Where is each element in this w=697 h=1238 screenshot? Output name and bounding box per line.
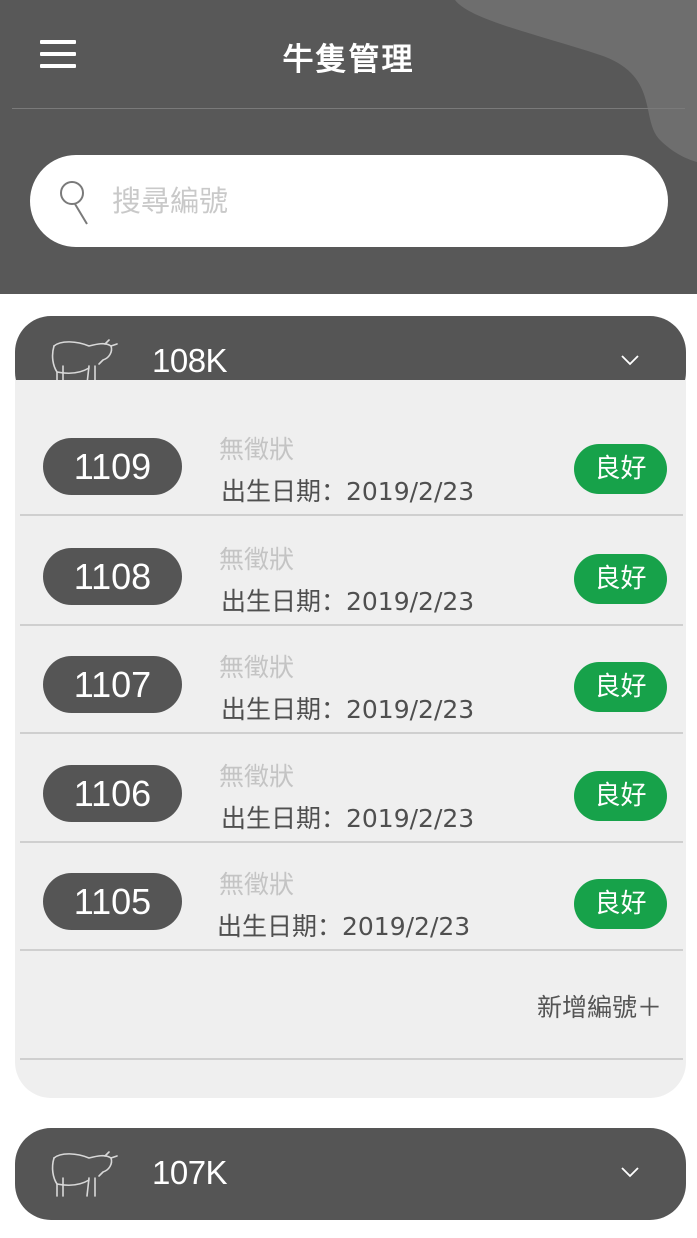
header-divider xyxy=(12,108,685,109)
birth-date-text: 出生日期：2019/2/23 xyxy=(221,587,475,616)
row-divider xyxy=(20,732,683,734)
symptom-text: 無徵狀 xyxy=(219,653,295,682)
status-badge[interactable]: 良好 xyxy=(574,879,667,929)
search-input[interactable] xyxy=(112,175,632,227)
symptom-text: 無徵狀 xyxy=(219,762,295,791)
list-item[interactable]: 1105 無徵狀 出生日期：2019/2/23 良好 xyxy=(15,843,686,951)
list-item[interactable]: 1107 無徵狀 出生日期：2019/2/23 良好 xyxy=(15,626,686,734)
birth-date-text: 出生日期：2019/2/23 xyxy=(221,804,475,833)
group-header-107k[interactable]: 107K xyxy=(15,1128,686,1220)
status-badge[interactable]: 良好 xyxy=(574,444,667,494)
chevron-down-icon[interactable] xyxy=(620,1166,640,1178)
add-id-button[interactable]: 新增編號＋ xyxy=(537,988,662,1024)
cow-id-badge[interactable]: 1109 xyxy=(43,438,182,495)
group-107k: 107K xyxy=(15,1128,686,1220)
cow-id-badge[interactable]: 1107 xyxy=(43,656,182,713)
birth-date-text: 出生日期：2019/2/23 xyxy=(221,477,475,506)
search-bar[interactable] xyxy=(30,155,668,247)
add-id-row: 新增編號＋ xyxy=(15,950,686,1060)
page-title: 牛隻管理 xyxy=(282,42,415,78)
search-icon xyxy=(60,181,88,225)
cow-id-badge[interactable]: 1105 xyxy=(43,873,182,930)
birth-date-text: 出生日期：2019/2/23 xyxy=(221,695,475,724)
row-divider xyxy=(20,514,683,516)
symptom-text: 無徵狀 xyxy=(219,435,295,464)
group-body-108k: 1109 無徵狀 出生日期：2019/2/23 良好 1108 無徵狀 出生日期… xyxy=(15,380,686,1098)
group-name: 108K xyxy=(152,342,228,379)
app-header: 牛隻管理 xyxy=(0,0,697,294)
group-name: 107K xyxy=(152,1154,228,1191)
cow-id-badge[interactable]: 1106 xyxy=(43,765,182,822)
birth-date-text: 出生日期：2019/2/23 xyxy=(217,912,471,941)
row-divider xyxy=(20,1058,683,1060)
chevron-down-icon[interactable] xyxy=(620,354,640,366)
cow-id-badge[interactable]: 1108 xyxy=(43,548,182,605)
symptom-text: 無徵狀 xyxy=(219,545,295,574)
status-badge[interactable]: 良好 xyxy=(574,662,667,712)
cow-icon xyxy=(51,1151,118,1197)
symptom-text: 無徵狀 xyxy=(219,870,295,899)
status-badge[interactable]: 良好 xyxy=(574,771,667,821)
list-item[interactable]: 1106 無徵狀 出生日期：2019/2/23 良好 xyxy=(15,735,686,843)
list-item[interactable]: 1109 無徵狀 出生日期：2019/2/23 良好 xyxy=(15,408,686,516)
status-badge[interactable]: 良好 xyxy=(574,554,667,604)
list-item[interactable]: 1108 無徵狀 出生日期：2019/2/23 良好 xyxy=(15,518,686,626)
